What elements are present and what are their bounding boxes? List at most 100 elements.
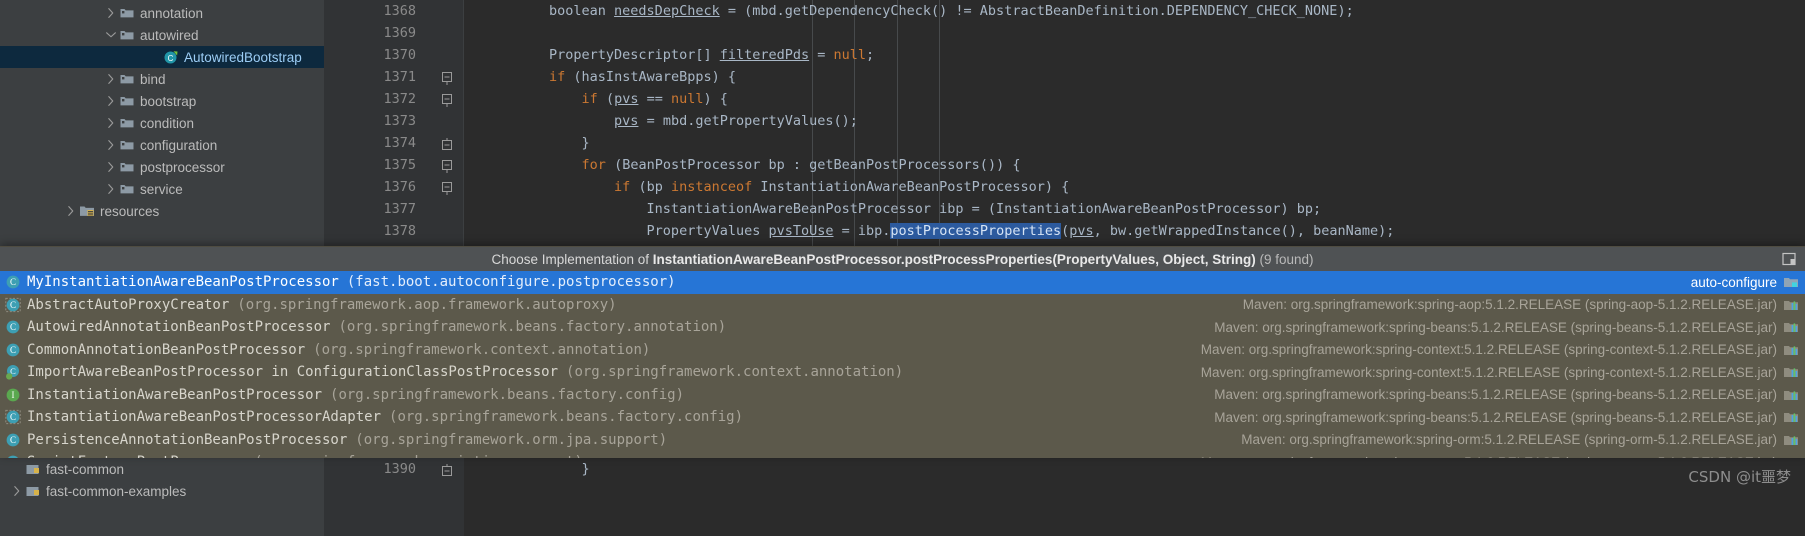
implementation-row[interactable]: C CommonAnnotationBeanPostProcessor (org.s… <box>0 339 1805 362</box>
class-icon: C <box>4 454 21 458</box>
chevron-right-icon[interactable] <box>104 90 118 112</box>
code-token: null <box>670 91 704 107</box>
highlighted-method: postProcessProperties <box>890 223 1062 239</box>
tree-item-bootstrap[interactable]: bootstrap <box>0 90 324 112</box>
bottom-strip: fast-common fast-common-examples 1390 } <box>0 458 1805 536</box>
code-token: filteredPds <box>719 47 810 63</box>
tree-item-postprocessor[interactable]: postprocessor <box>0 156 324 178</box>
line-number: 1371 <box>383 69 416 85</box>
tree-item-condition[interactable]: condition <box>0 112 324 134</box>
library-jar-icon <box>1783 409 1799 425</box>
implementation-name: MyInstantiationAwareBeanPostProcessor <box>27 274 339 291</box>
implementation-package: (org.springframework.beans.factory.confi… <box>330 386 685 403</box>
line-number: 1372 <box>383 91 416 107</box>
tree-item-label: bootstrap <box>140 93 197 109</box>
line-number: 1368 <box>383 3 416 19</box>
svg-text:I: I <box>11 390 14 400</box>
code-token: if <box>614 179 631 195</box>
code-token: ); <box>1337 3 1354 19</box>
tree-item-bind[interactable]: bind <box>0 68 324 90</box>
svg-text:C: C <box>9 457 15 458</box>
code-line[interactable]: 1377 InstantiationAwareBeanPostProcessor… <box>324 198 1805 220</box>
implementation-row[interactable]: C PersistenceAnnotationBeanPostProcessor (… <box>0 429 1805 452</box>
tree-item-fast-common[interactable]: fast-common <box>0 458 324 480</box>
code-token: (BeanPostProcessor bp : getBeanPostProce… <box>605 157 1021 173</box>
tree-item-autowiredbootstrap[interactable]: C AutowiredBootstrap <box>0 46 324 68</box>
code-text: if (hasInstAwareBpps) { <box>484 66 736 88</box>
tree-item-resources[interactable]: resources <box>0 200 324 222</box>
code-line[interactable]: 1369 <box>324 22 1805 44</box>
code-fold-toggle[interactable] <box>442 70 452 85</box>
code-line[interactable] <box>324 480 1805 502</box>
implementation-location: auto-configure <box>1690 274 1777 290</box>
code-line[interactable]: 1373 pvs = mbd.getPropertyValues(); <box>324 110 1805 132</box>
code-line[interactable]: 1372 if (pvs == null) { <box>324 88 1805 110</box>
implementation-row[interactable]: I InstantiationAwareBeanPostProcessor (org… <box>0 384 1805 407</box>
code-text: if (pvs == null) { <box>484 88 728 110</box>
chevron-right-icon[interactable] <box>64 200 78 222</box>
folder-icon <box>118 112 136 134</box>
chevron-right-icon[interactable] <box>10 480 24 502</box>
tree-item-annotation[interactable]: annotation <box>0 2 324 24</box>
implementation-location: Maven: org.springframework:spring-aop:5.… <box>1242 297 1777 313</box>
choose-implementation-popup[interactable]: Choose Implementation of InstantiationAw… <box>0 246 1805 458</box>
tree-item-fast-common-examples[interactable]: fast-common-examples <box>0 480 324 502</box>
implementation-name: PersistenceAnnotationBeanPostProcessor <box>27 431 348 448</box>
implementation-row[interactable]: C ImportAwareBeanPostProcessor in Configu… <box>0 361 1805 384</box>
chevron-right-icon[interactable] <box>104 2 118 24</box>
code-line[interactable]: 1371 if (hasInstAwareBpps) { <box>324 66 1805 88</box>
code-line[interactable]: 1374 } <box>324 132 1805 154</box>
implementation-row[interactable]: C AutowiredAnnotationBeanPostProcessor (or… <box>0 316 1805 339</box>
implementation-package: (org.springframework.aop.framework.autop… <box>237 296 617 313</box>
code-token: PropertyDescriptor[] <box>484 47 720 63</box>
implementation-row[interactable]: C MyInstantiationAwareBeanPostProcessor (f… <box>0 271 1805 294</box>
code-line[interactable]: 1375 for (BeanPostProcessor bp : getBean… <box>324 154 1805 176</box>
implementation-name: InstantiationAwareBeanPostProcessor <box>27 386 323 403</box>
chevron-right-icon[interactable] <box>104 112 118 134</box>
code-fold-toggle[interactable] <box>442 92 452 107</box>
code-line[interactable]: 1370 PropertyDescriptor[] filteredPds = … <box>324 44 1805 66</box>
svg-text:C: C <box>9 412 15 422</box>
tree-item-service[interactable]: service <box>0 178 324 200</box>
project-tree-bottom[interactable]: fast-common fast-common-examples <box>0 458 324 536</box>
code-token: } <box>484 461 590 477</box>
code-fold-toggle[interactable] <box>442 158 452 173</box>
svg-text:C: C <box>9 277 15 287</box>
class-icon: C <box>4 341 21 358</box>
chevron-right-icon[interactable] <box>104 156 118 178</box>
implementation-row[interactable]: C InstantiationAwareBeanPostProcessorAdap… <box>0 406 1805 429</box>
tree-item-autowired[interactable]: autowired <box>0 24 324 46</box>
code-line[interactable]: 1368 boolean needsDepCheck = (mbd.getDep… <box>324 0 1805 22</box>
code-fold-toggle[interactable] <box>442 136 452 150</box>
line-number: 1370 <box>383 47 416 63</box>
code-fold-toggle[interactable] <box>442 180 452 195</box>
implementation-row[interactable]: C AbstractAutoProxyCreator (org.springfram… <box>0 294 1805 317</box>
no-arrow <box>10 458 24 480</box>
pin-window-icon[interactable] <box>1781 251 1797 267</box>
code-line[interactable]: 1390 } <box>324 458 1805 480</box>
implementation-row[interactable]: C ScriptFactoryPostProcessor (org.springfr… <box>0 451 1805 458</box>
module-folder-icon <box>1783 274 1799 290</box>
chevron-down-icon[interactable] <box>104 24 118 46</box>
code-line[interactable]: 1376 if (bp instanceof InstantiationAwar… <box>324 176 1805 198</box>
svg-text:C: C <box>9 300 15 310</box>
chevron-right-icon[interactable] <box>104 134 118 156</box>
code-line[interactable]: 1378 PropertyValues pvsToUse = ibp.postP… <box>324 220 1805 242</box>
code-text: PropertyDescriptor[] filteredPds = null; <box>484 44 874 66</box>
tree-item-configuration[interactable]: configuration <box>0 134 324 156</box>
implementation-location: Maven: org.springframework:spring-contex… <box>1200 364 1777 380</box>
code-fold-toggle[interactable] <box>442 462 452 476</box>
code-token: = (mbd.getDependencyCheck() != AbstractB… <box>719 3 1167 19</box>
line-number: 1375 <box>383 157 416 173</box>
implementation-name: ScriptFactoryPostProcessor <box>27 454 246 458</box>
implementation-list[interactable]: C MyInstantiationAwareBeanPostProcessor (f… <box>0 271 1805 458</box>
implementation-name: ImportAwareBeanPostProcessor in Configur… <box>27 364 559 381</box>
code-token: instanceof <box>670 179 753 195</box>
chevron-right-icon[interactable] <box>104 178 118 200</box>
tree-item-label: fast-common-examples <box>46 483 187 499</box>
implementation-location: Maven: org.springframework:spring-beans:… <box>1214 387 1777 403</box>
chevron-right-icon[interactable] <box>104 68 118 90</box>
